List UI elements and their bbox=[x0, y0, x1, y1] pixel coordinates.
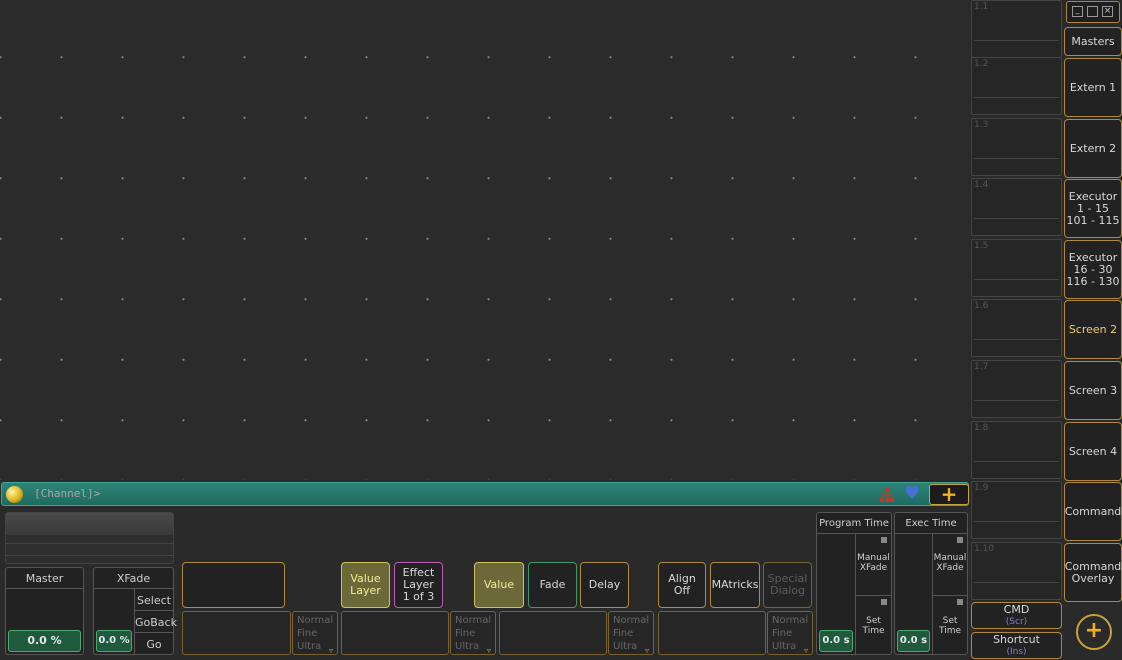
program-set-time[interactable]: Set Time bbox=[856, 616, 891, 636]
select-button[interactable]: Select bbox=[135, 594, 173, 607]
goback-button[interactable]: GoBack bbox=[135, 616, 177, 629]
value-layer-button[interactable]: Value Layer bbox=[341, 562, 390, 608]
minimize-icon[interactable]: _ bbox=[1072, 6, 1083, 17]
view-slot-number: 1.5 bbox=[974, 241, 989, 251]
view-slot-number: 1.9 bbox=[974, 483, 989, 493]
master-fader[interactable]: Master 0.0 % bbox=[5, 567, 84, 655]
view-slot-number: 1.10 bbox=[974, 544, 995, 554]
xfade-value: 0.0 % bbox=[96, 630, 132, 652]
masters-button[interactable]: Masters bbox=[1064, 27, 1122, 56]
extern2-button[interactable]: Extern 2 bbox=[1064, 119, 1122, 178]
view-slot-number: 1.3 bbox=[974, 120, 989, 130]
encoder-1[interactable] bbox=[182, 611, 291, 655]
exec-time-label: Exec Time bbox=[905, 518, 957, 529]
view-slot[interactable]: 1.9 bbox=[971, 481, 1062, 539]
special-dialog-button[interactable]: Special Dialog bbox=[763, 562, 812, 608]
shortcut-button[interactable]: Shortcut (Ins) bbox=[971, 632, 1062, 659]
executor-16-30-button[interactable]: Executor 16 - 30 116 - 130 bbox=[1064, 240, 1122, 299]
cmd-shortcut-key: (Scr) bbox=[1005, 616, 1028, 627]
program-time-label: Program Time bbox=[819, 518, 889, 529]
delay-button[interactable]: Delay bbox=[580, 562, 629, 608]
encoder-display-1[interactable] bbox=[182, 562, 285, 608]
command-prompt: [Channel]> bbox=[34, 487, 101, 500]
view-slot-number: 1.7 bbox=[974, 362, 989, 372]
fade-button[interactable]: Fade bbox=[528, 562, 577, 608]
view-slot[interactable]: 1.8 bbox=[971, 421, 1062, 479]
encoder-2[interactable] bbox=[341, 611, 449, 655]
view-slot[interactable]: 1.6 bbox=[971, 299, 1062, 357]
xfade-fader[interactable]: XFade Select GoBack Go 0.0 % bbox=[93, 567, 177, 655]
command-line-bar[interactable]: [Channel]> ♥ + bbox=[1, 482, 969, 506]
status-ball-icon[interactable] bbox=[6, 486, 23, 503]
shortcut-label: Shortcut bbox=[993, 632, 1040, 646]
fixture-grid-view[interactable] bbox=[0, 0, 968, 480]
close-icon[interactable]: × bbox=[1102, 6, 1113, 17]
executor-1-15-button[interactable]: Executor 1 - 15 101 - 115 bbox=[1064, 179, 1122, 238]
matricks-button[interactable]: MAtricks bbox=[710, 562, 760, 608]
exec-time-value: 0.0 s bbox=[897, 630, 930, 652]
extern1-button[interactable]: Extern 1 bbox=[1064, 58, 1122, 117]
view-slot[interactable]: 1.2 bbox=[971, 57, 1062, 115]
heart-icon[interactable]: ♥ bbox=[904, 484, 920, 504]
bottom-control-panel: Master 0.0 % XFade Select GoBack Go 0.0 … bbox=[0, 507, 970, 660]
value-button[interactable]: Value bbox=[474, 562, 524, 608]
view-slot[interactable]: 1.4 bbox=[971, 178, 1062, 236]
view-slot[interactable]: 1.1 bbox=[971, 0, 1062, 58]
view-slot-number: 1.1 bbox=[974, 2, 989, 12]
sheet-strip bbox=[5, 512, 174, 564]
effect-layer-button[interactable]: Effect Layer 1 of 3 bbox=[394, 562, 443, 608]
master-value: 0.0 % bbox=[8, 630, 81, 652]
network-tree-icon[interactable] bbox=[878, 486, 896, 504]
exec-manual-xfade[interactable]: Manual XFade bbox=[933, 553, 967, 573]
encoder-4[interactable] bbox=[658, 611, 766, 655]
cmd-label: CMD bbox=[1003, 602, 1030, 616]
view-slot[interactable]: 1.5 bbox=[971, 239, 1062, 297]
view-slot[interactable]: 1.3 bbox=[971, 118, 1062, 176]
master-label: Master bbox=[25, 572, 64, 585]
program-manual-xfade[interactable]: Manual XFade bbox=[856, 553, 891, 573]
align-button[interactable]: Align Off bbox=[658, 562, 706, 608]
view-slot-number: 1.6 bbox=[974, 301, 989, 311]
screen3-button[interactable]: Screen 3 bbox=[1064, 361, 1122, 420]
exec-time-fader[interactable]: Exec Time Manual XFade Set Time 0.0 s bbox=[894, 512, 968, 655]
view-slot[interactable]: 1.7 bbox=[971, 360, 1062, 418]
view-slot-number: 1.8 bbox=[974, 423, 989, 433]
program-time-value: 0.0 s bbox=[819, 630, 853, 652]
window-controls: _ × bbox=[1066, 1, 1120, 23]
encoder-3[interactable] bbox=[499, 611, 607, 655]
screen4-button[interactable]: Screen 4 bbox=[1064, 422, 1122, 481]
exec-set-time[interactable]: Set Time bbox=[933, 616, 967, 636]
screen2-button[interactable]: Screen 2 bbox=[1064, 300, 1122, 359]
add-circle-icon[interactable]: + bbox=[1076, 614, 1112, 650]
cmd-button[interactable]: CMD (Scr) bbox=[971, 602, 1062, 629]
command-overlay-button[interactable]: Command Overlay bbox=[1064, 543, 1122, 602]
command-button[interactable]: Command bbox=[1064, 482, 1122, 541]
view-slot-number: 1.4 bbox=[974, 180, 989, 190]
shortcut-key: (Ins) bbox=[1006, 646, 1027, 657]
program-time-fader[interactable]: Program Time Manual XFade Set Time 0.0 s bbox=[816, 512, 892, 655]
view-slot-number: 1.2 bbox=[974, 59, 989, 69]
maximize-icon[interactable] bbox=[1087, 6, 1098, 17]
xfade-label: XFade bbox=[116, 572, 151, 585]
add-button[interactable]: + bbox=[929, 484, 969, 505]
view-slot[interactable]: 1.10 bbox=[971, 542, 1062, 600]
go-button[interactable]: Go bbox=[135, 638, 173, 651]
